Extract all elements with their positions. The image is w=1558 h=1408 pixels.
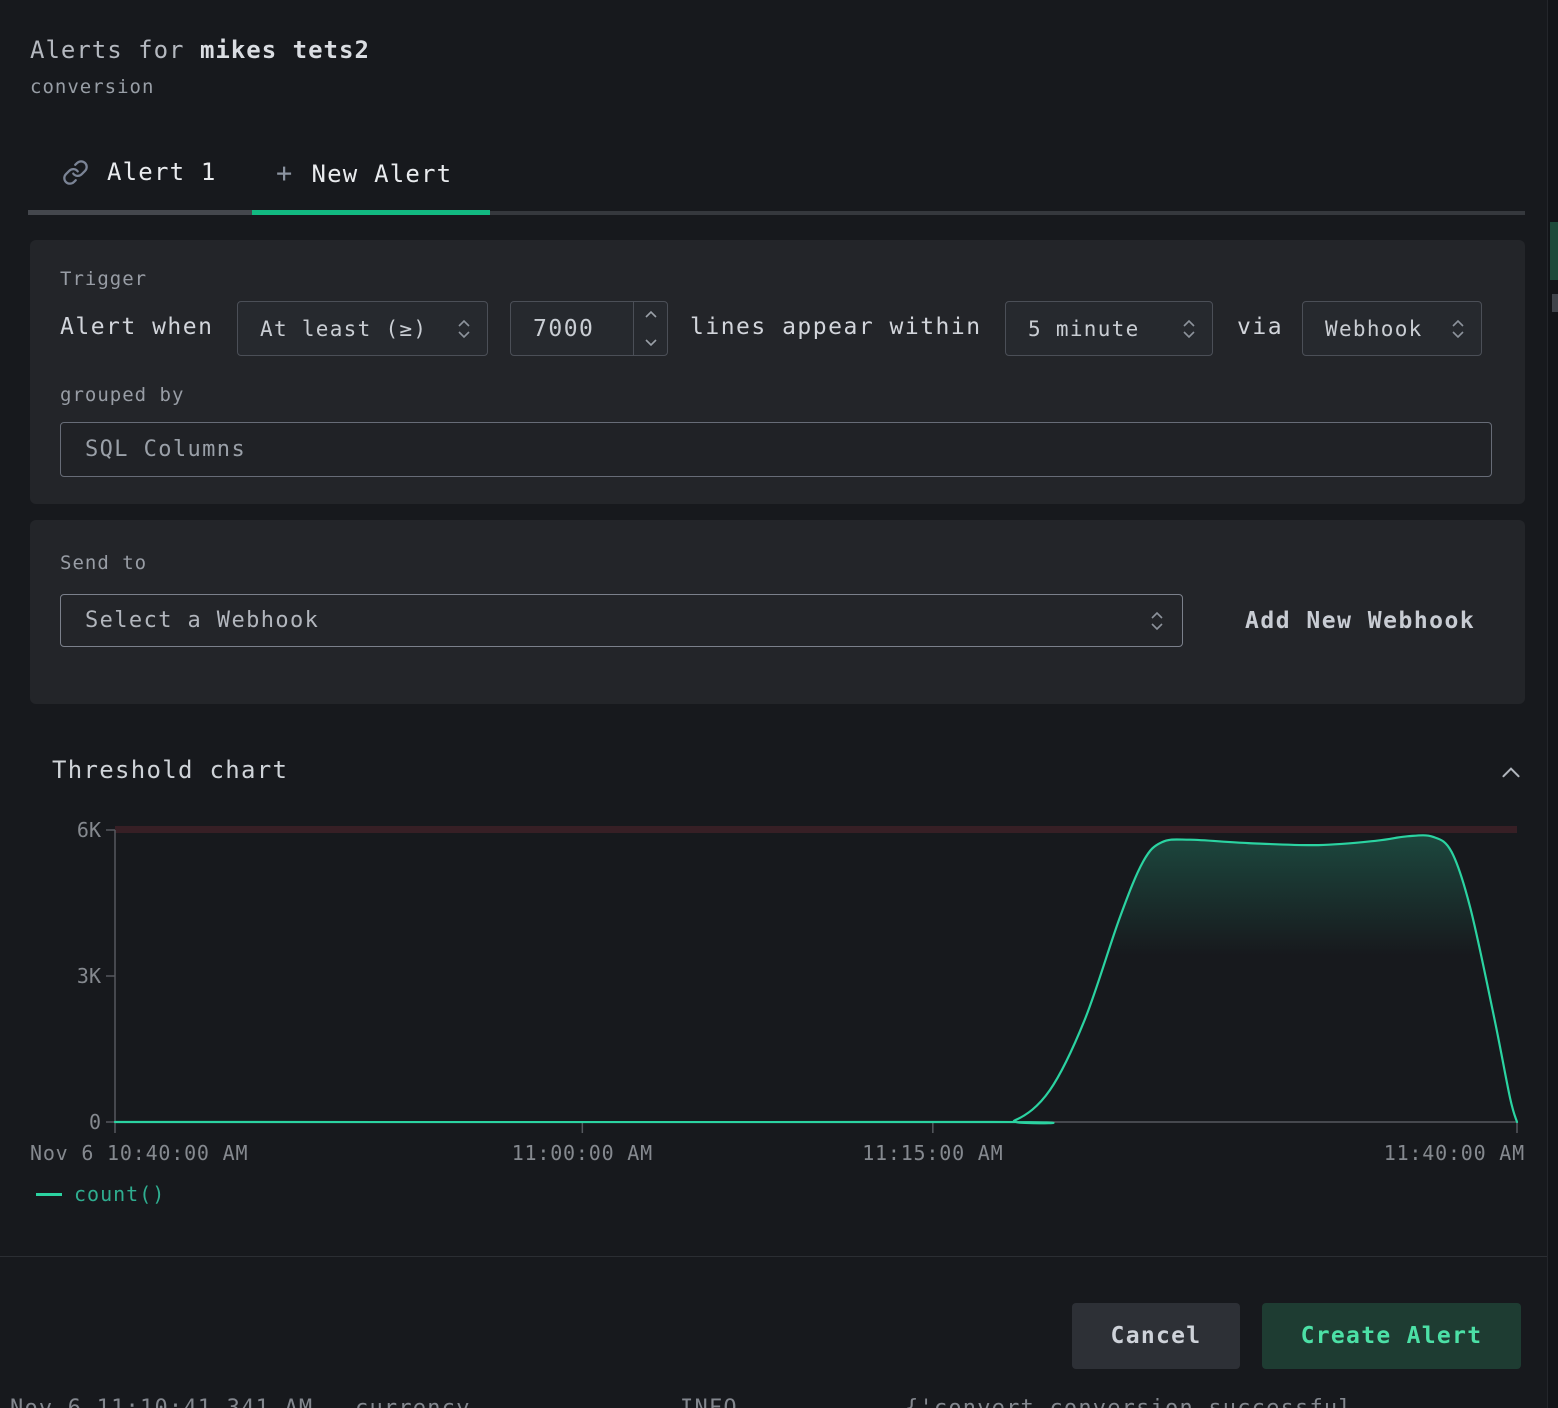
interval-select[interactable]: 5 minute <box>1005 301 1213 356</box>
background-log-row: Nov 6 11:10:41.341 AM currency INFO {'co… <box>0 1390 1558 1408</box>
edge-gray-fragment <box>1552 294 1558 312</box>
svg-text:11:00:00 AM: 11:00:00 AM <box>512 1141 653 1165</box>
condition-select[interactable]: At least (≥) <box>237 301 488 356</box>
svg-text:0: 0 <box>89 1110 101 1134</box>
log-service: currency <box>355 1396 471 1408</box>
page-title-prefix: Alerts for <box>30 36 200 64</box>
channel-select[interactable]: Webhook <box>1302 301 1482 356</box>
channel-select-value: Webhook <box>1325 317 1423 341</box>
chevron-up-icon <box>1498 760 1524 786</box>
condition-select-value: At least (≥) <box>260 317 427 341</box>
svg-text:3K: 3K <box>77 964 101 988</box>
alert-when-text: Alert when <box>60 314 213 340</box>
series-area <box>115 835 1517 1123</box>
plus-icon: + <box>276 158 293 189</box>
chevron-updown-icon <box>1451 317 1465 341</box>
chart-section-title: Threshold chart <box>52 756 288 784</box>
threshold-band <box>115 826 1517 833</box>
legend-line-swatch <box>36 1193 62 1196</box>
alert-dialog: Alerts for mikes tets2 conversion Alert … <box>0 0 1558 1408</box>
page-title-name: mikes tets2 <box>200 36 370 64</box>
threshold-spinner <box>633 302 667 355</box>
trigger-section-label: Trigger <box>60 268 147 290</box>
webhook-select[interactable]: Select a Webhook <box>60 594 1183 647</box>
via-text: via <box>1237 314 1283 340</box>
chevron-updown-icon <box>457 317 471 341</box>
svg-text:Nov 6 10:40:00 AM: Nov 6 10:40:00 AM <box>30 1141 248 1165</box>
tabs-underline-rest <box>490 211 1525 215</box>
legend-series-label: count() <box>74 1182 165 1206</box>
send-to-panel: Send to Select a Webhook Add New Webhook <box>30 520 1525 704</box>
add-webhook-button[interactable]: Add New Webhook <box>1245 608 1475 634</box>
group-by-input[interactable] <box>60 422 1492 477</box>
svg-text:11:15:00 AM: 11:15:00 AM <box>862 1141 1003 1165</box>
page-subtitle: conversion <box>30 76 154 98</box>
tab-alert-1[interactable]: Alert 1 <box>62 158 217 186</box>
send-to-label: Send to <box>60 552 147 574</box>
chevron-updown-icon <box>1150 609 1164 633</box>
tab-new-alert[interactable]: + New Alert <box>276 158 452 189</box>
link-icon <box>62 159 89 186</box>
within-text: lines appear within <box>690 314 982 340</box>
webhook-select-value: Select a Webhook <box>85 608 319 633</box>
interval-select-value: 5 minute <box>1028 317 1140 341</box>
create-alert-button[interactable]: Create Alert <box>1262 1303 1521 1369</box>
tab-alert-1-underline <box>28 210 252 215</box>
chart-legend[interactable]: count() <box>36 1182 165 1206</box>
log-level: INFO <box>680 1396 738 1408</box>
svg-text:11:40:00 AM: 11:40:00 AM <box>1384 1141 1525 1165</box>
threshold-input[interactable] <box>511 302 633 355</box>
cancel-button[interactable]: Cancel <box>1072 1303 1240 1369</box>
log-message: {'convert conversion successful <box>905 1396 1353 1408</box>
spin-down-button[interactable] <box>634 329 667 356</box>
log-timestamp: Nov 6 11:10:41.341 AM <box>10 1396 313 1408</box>
page-title: Alerts for mikes tets2 <box>30 36 370 64</box>
tab-new-alert-label: New Alert <box>311 160 452 188</box>
threshold-input-group <box>510 301 668 356</box>
edge-green-fragment <box>1550 222 1558 280</box>
trigger-panel: Trigger Alert when At least (≥) lines ap… <box>30 240 1525 504</box>
collapse-chart-button[interactable] <box>1498 760 1524 786</box>
threshold-chart: 0 3K 6K Nov 6 10:40:00 AM 11:00:00 AM 11:15:0… <box>0 815 1558 1170</box>
footer-divider <box>0 1256 1558 1257</box>
right-edge-strip <box>1547 0 1558 1408</box>
tab-new-alert-underline-active <box>252 210 490 215</box>
svg-text:6K: 6K <box>77 818 101 842</box>
spin-up-button[interactable] <box>634 302 667 329</box>
grouped-by-label: grouped by <box>60 384 184 406</box>
chevron-updown-icon <box>1182 317 1196 341</box>
tab-alert-1-label: Alert 1 <box>107 158 217 186</box>
